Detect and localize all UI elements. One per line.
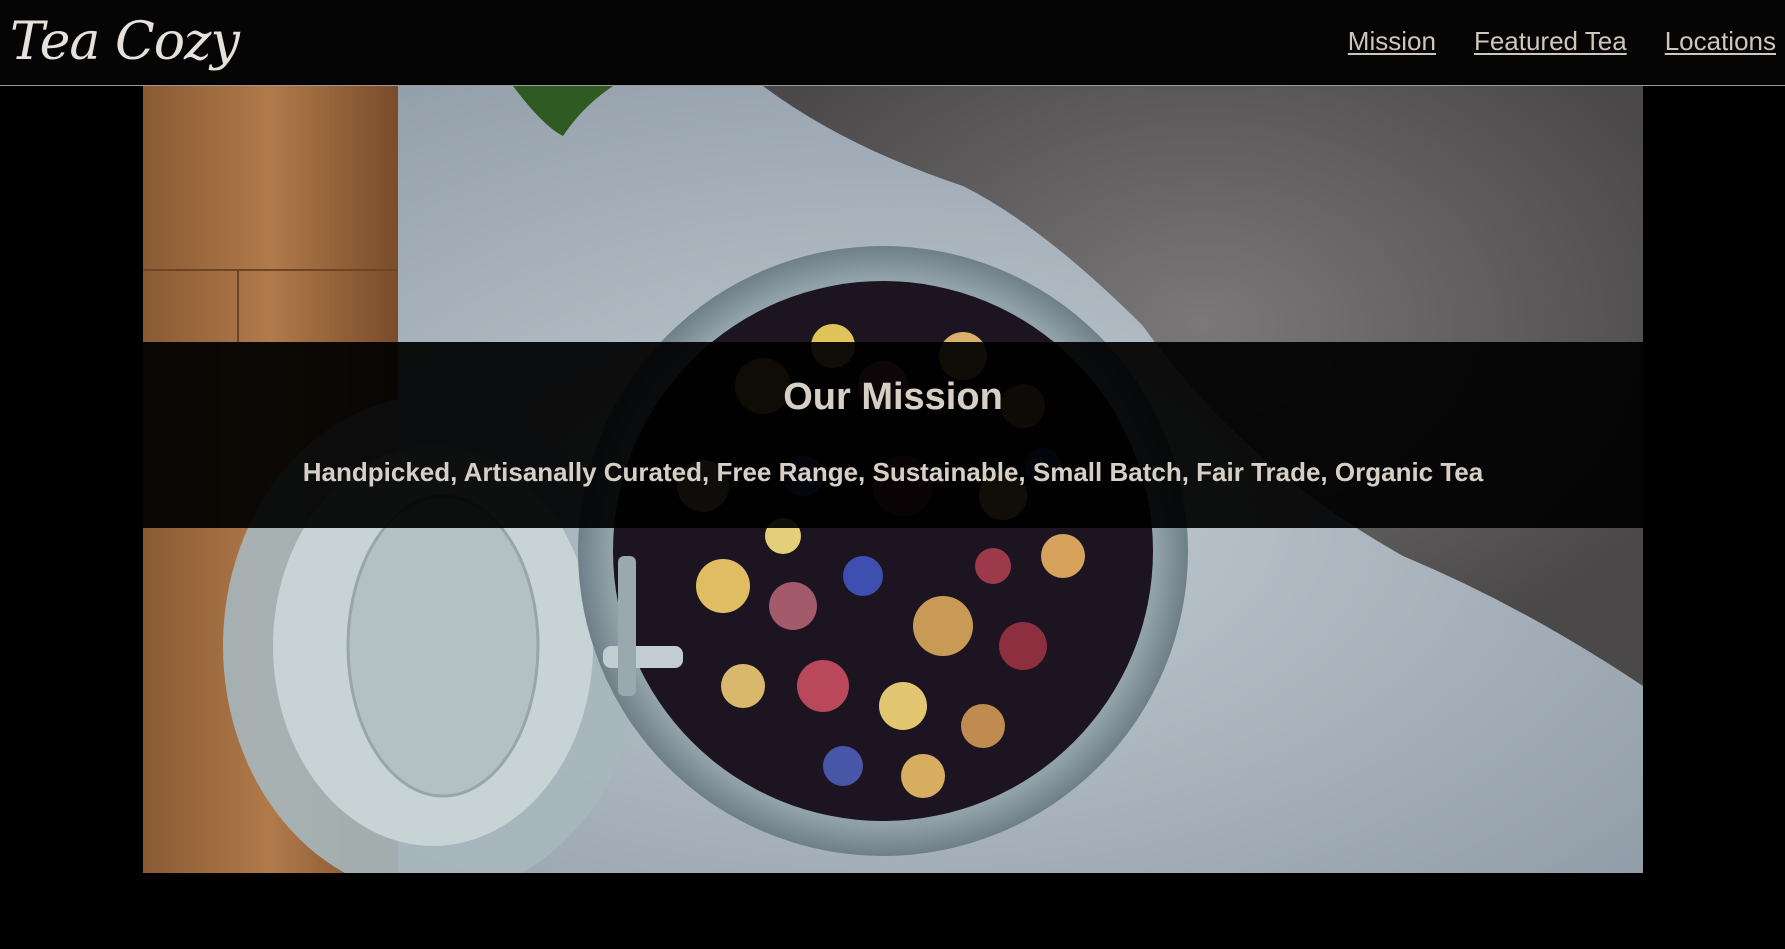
nav-link-mission[interactable]: Mission <box>1348 26 1436 57</box>
mission-overlay: Our Mission Handpicked, Artisanally Cura… <box>143 342 1643 528</box>
main-nav: Mission Featured Tea Locations <box>1348 0 1776 82</box>
nav-link-locations[interactable]: Locations <box>1665 26 1776 57</box>
logo[interactable]: Tea Cozy <box>10 2 240 82</box>
mission-title: Our Mission <box>783 376 1003 418</box>
mission-tagline: Handpicked, Artisanally Curated, Free Ra… <box>302 457 1484 487</box>
nav-link-featured-tea[interactable]: Featured Tea <box>1474 26 1627 57</box>
hero-section: Our Mission Handpicked, Artisanally Cura… <box>143 86 1643 873</box>
site-header: Tea Cozy Mission Featured Tea Locations <box>0 0 1785 86</box>
